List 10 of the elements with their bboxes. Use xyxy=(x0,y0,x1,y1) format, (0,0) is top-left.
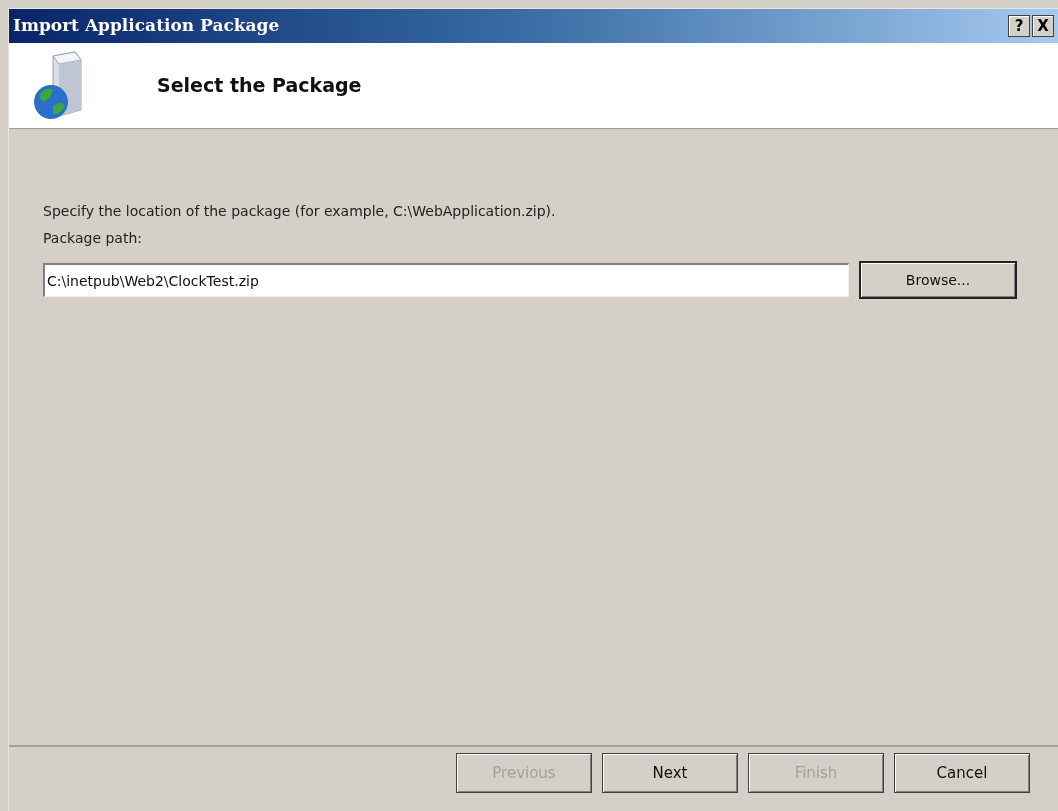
window-title: Import Application Package xyxy=(13,14,280,38)
wizard-button[interactable]: Cancel xyxy=(894,753,1030,793)
field-label: Package path: xyxy=(43,229,144,248)
wizard-button[interactable]: Next xyxy=(602,753,738,793)
instruction-text: Specify the location of the package (for example, C:\WebApplication.zip). xyxy=(43,202,557,221)
package-path-field[interactable]: C:\inetpub\Web2\ClockTest.zip xyxy=(43,263,849,297)
page-heading: Select the Package xyxy=(157,73,362,99)
browse-button[interactable]: Browse... xyxy=(859,261,1017,299)
close-button[interactable]: X xyxy=(1032,15,1054,37)
help-button[interactable]: ? xyxy=(1008,15,1030,37)
